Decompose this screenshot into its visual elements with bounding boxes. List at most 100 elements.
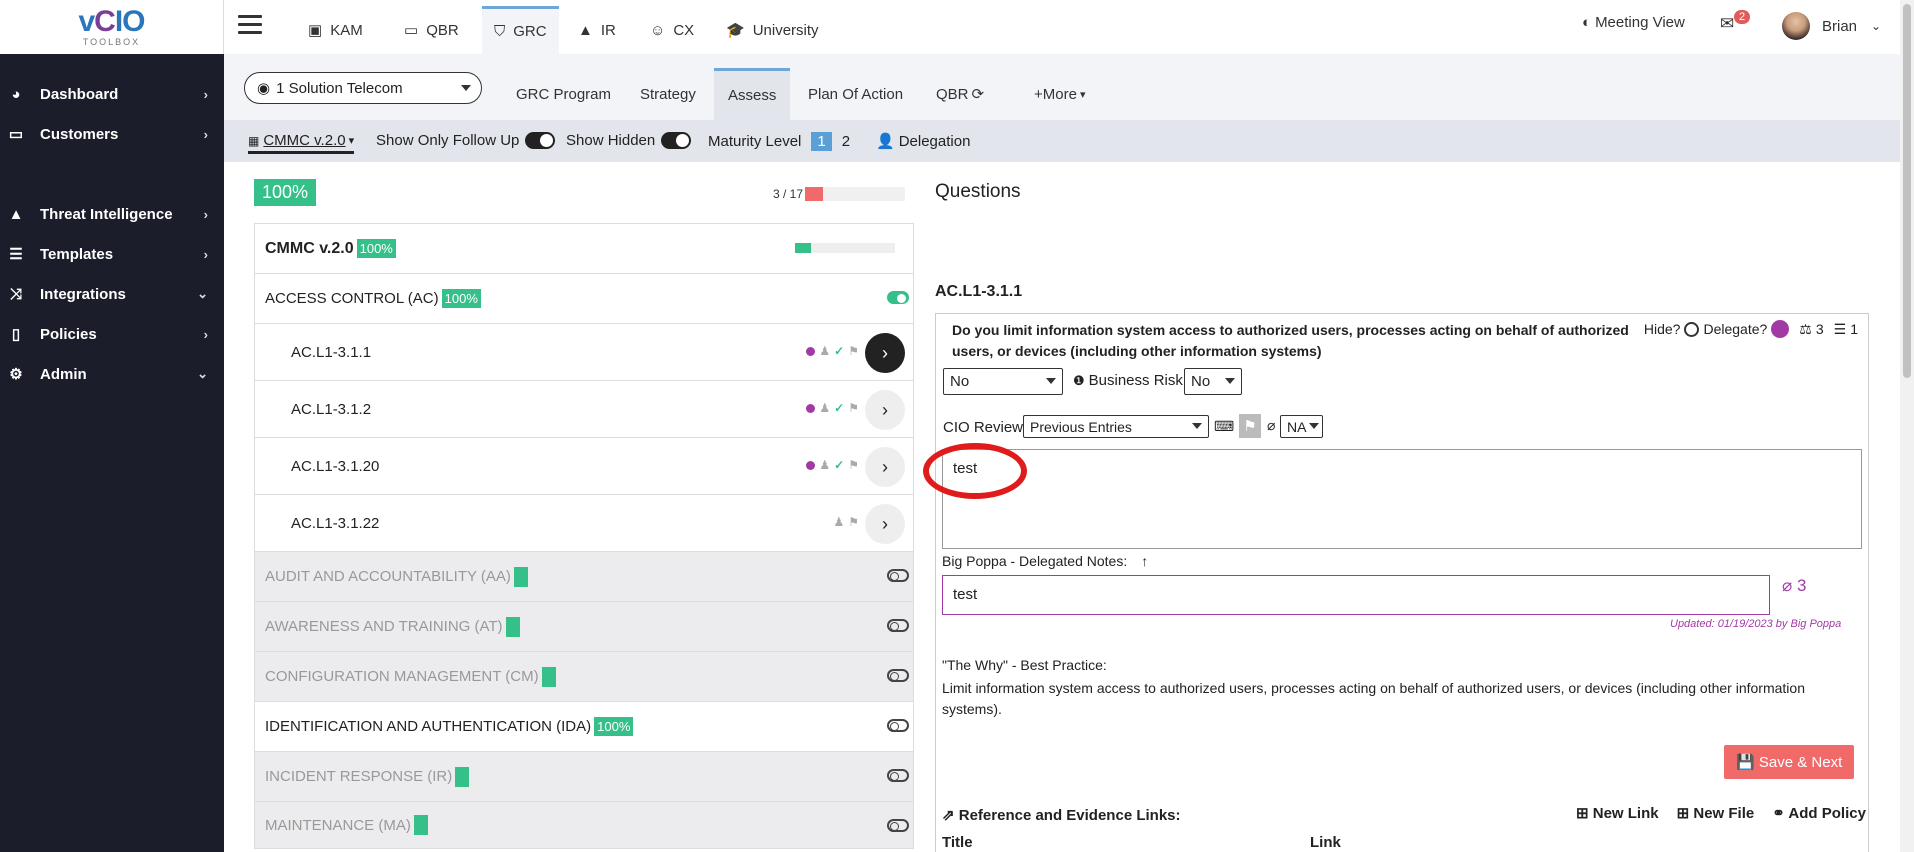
sidebar-item-dashboard[interactable]: ◕ Dashboard › — [0, 76, 224, 112]
tab-university[interactable]: 🎓 University — [714, 6, 831, 54]
warning-icon: ▲ — [578, 21, 593, 39]
chevron-down-icon: ⌄ — [1871, 19, 1882, 33]
percent-badge: 100% — [356, 239, 396, 258]
chevron-right-icon[interactable]: › — [865, 504, 905, 544]
tab-assess[interactable]: Assess — [714, 68, 791, 120]
delegate-user-icon[interactable] — [1771, 320, 1790, 338]
business-risk-select[interactable]: No — [1184, 368, 1242, 395]
section-incident-response[interactable]: INCIDENT RESPONSE (IR) — [255, 752, 913, 802]
maturity-level-2[interactable]: 2 — [842, 133, 850, 150]
tab-grc-program[interactable]: GRC Program — [502, 68, 625, 120]
control-row[interactable]: AC.L1-3.1.22 ♟ ⚑ › — [255, 495, 913, 552]
more-dropdown[interactable]: +More ▾ — [1020, 68, 1099, 120]
previous-entries-select[interactable]: Previous Entries — [1023, 415, 1209, 438]
save-next-button[interactable]: 💾 Save & Next — [1724, 745, 1855, 779]
chevron-right-icon[interactable]: › — [865, 447, 905, 487]
percent-badge: 100% — [594, 717, 634, 736]
show-hidden-toggle[interactable]: Show Hidden — [566, 132, 692, 149]
flag-icon[interactable]: ⚑ — [1239, 414, 1261, 438]
control-status-icons: ♟ ✓ ⚑ — [806, 344, 859, 358]
section-identification[interactable]: IDENTIFICATION AND AUTHENTICATION (IDA) 1… — [255, 702, 913, 752]
delegated-notes-textarea[interactable]: test — [942, 575, 1770, 615]
section-awareness[interactable]: AWARENESS AND TRAINING (AT) — [255, 602, 913, 652]
sidebar-item-customers[interactable]: ▭ Customers › — [0, 116, 224, 152]
person-icon: ♟ — [833, 515, 845, 529]
tab-grc[interactable]: ⛉ GRC — [482, 6, 559, 54]
toggle-switch[interactable] — [661, 132, 692, 149]
meeting-view-toggle[interactable]: ◐ Meeting View — [1582, 14, 1685, 31]
sidebar-item-integrations[interactable]: ⤨ Integrations ⌄ — [0, 276, 224, 312]
gears-icon: ⚙ — [9, 366, 23, 383]
percent-badge — [541, 666, 556, 687]
chevron-right-icon[interactable]: › — [865, 333, 905, 373]
client-select[interactable]: ◉ 1 Solution Telecom — [244, 72, 482, 104]
tree-root[interactable]: CMMC v.2.0 100% — [255, 224, 913, 274]
hide-radio[interactable] — [1684, 321, 1700, 337]
percent-badge — [455, 766, 470, 787]
tab-qbr-sub[interactable]: QBR ⟳ — [922, 68, 998, 120]
chevron-right-icon[interactable]: › — [865, 390, 905, 430]
add-policy-button[interactable]: ⚭ Add Policy — [1772, 804, 1866, 822]
answer-select[interactable]: No — [943, 368, 1063, 395]
questions-heading: Questions — [935, 181, 1021, 202]
page-scrollbar[interactable] — [1900, 0, 1914, 852]
tab-qbr[interactable]: ▭ QBR — [392, 6, 471, 54]
tab-cx[interactable]: ☺ CX — [638, 6, 706, 54]
flag-icon: ⚑ — [848, 401, 859, 415]
check-icon: ✓ — [834, 401, 845, 415]
framework-dropdown[interactable]: ▦ CMMC v.2.0 ▾ — [248, 132, 355, 154]
tab-ir[interactable]: ▲ IR — [566, 6, 628, 54]
tab-strategy[interactable]: Strategy — [626, 68, 710, 120]
control-row[interactable]: AC.L1-3.1.2 ♟ ✓ ⚑ › — [255, 381, 913, 438]
maturity-level-1[interactable]: 1 — [811, 132, 832, 151]
half-circle-icon: ◐ — [1582, 14, 1592, 31]
section-access-control[interactable]: ACCESS CONTROL (AC) 100% — [255, 274, 913, 324]
list-icon[interactable]: ☰ — [1834, 321, 1847, 338]
column-header-link: Link — [1310, 834, 1341, 851]
section-toggle[interactable] — [887, 819, 909, 832]
delegation-button[interactable]: 👤 Delegation — [876, 132, 970, 151]
envelope-icon: ✉ — [1720, 14, 1735, 33]
sidebar-item-policies[interactable]: ▯ Policies › — [0, 316, 224, 352]
person-icon: ♟ — [819, 458, 831, 472]
control-row[interactable]: AC.L1-3.1.20 ♟ ✓ ⚑ › — [255, 438, 913, 495]
keyboard-icon[interactable]: ⌨ — [1214, 418, 1234, 435]
cio-notes-textarea[interactable]: test — [942, 449, 1862, 549]
new-link-button[interactable]: ⊞ New Link — [1576, 804, 1659, 822]
attachments-button[interactable]: ⌀ 3 — [1782, 576, 1806, 596]
root-progress-bar — [795, 243, 895, 253]
section-toggle[interactable] — [887, 769, 909, 782]
paperclip-icon[interactable]: ⌀ — [1267, 417, 1275, 434]
user-menu[interactable]: Brian ⌄ — [1782, 12, 1881, 40]
section-configuration[interactable]: CONFIGURATION MANAGEMENT (CM) — [255, 652, 913, 702]
section-toggle[interactable] — [887, 619, 909, 632]
hamburger-menu-icon[interactable] — [238, 15, 262, 35]
address-card-icon: ▭ — [8, 126, 24, 143]
logo[interactable]: vCIO TOOLBOX — [0, 0, 224, 54]
section-toggle[interactable] — [887, 291, 909, 304]
toggle-switch[interactable] — [525, 132, 556, 149]
section-toggle[interactable] — [887, 669, 909, 682]
section-audit[interactable]: AUDIT AND ACCOUNTABILITY (AA) — [255, 552, 913, 602]
mail-button[interactable]: ✉ 2 — [1720, 10, 1751, 34]
flag-icon: ⚑ — [848, 344, 859, 358]
new-file-button[interactable]: ⊞ New File — [1677, 804, 1755, 822]
refresh-icon: ⟳ — [971, 86, 985, 103]
follow-up-toggle[interactable]: Show Only Follow Up — [376, 132, 556, 149]
sidebar-item-threat-intelligence[interactable]: ▲ Threat Intelligence › — [0, 196, 224, 232]
control-row[interactable]: AC.L1-3.1.1 ♟ ✓ ⚑ › — [255, 324, 913, 381]
sidebar-item-admin[interactable]: ⚙ Admin ⌄ — [0, 356, 224, 392]
external-link-icon: ⇗ — [942, 807, 955, 824]
info-icon: ❶ — [1073, 372, 1085, 388]
section-maintenance[interactable]: MAINTENANCE (MA) — [255, 802, 913, 848]
section-toggle[interactable] — [887, 719, 909, 732]
why-text: Limit information system access to autho… — [942, 680, 1805, 717]
updated-note: Updated: 01/19/2023 by Big Poppa — [1670, 618, 1842, 630]
tab-plan-of-action[interactable]: Plan Of Action — [794, 68, 917, 120]
tab-kam[interactable]: ▣ KAM — [296, 6, 375, 54]
balance-scale-icon[interactable]: ⚖ — [1799, 321, 1812, 338]
sidebar-item-templates[interactable]: ☰ Templates › — [0, 236, 224, 272]
section-toggle[interactable] — [887, 569, 909, 582]
na-select[interactable]: NA — [1280, 415, 1323, 438]
chevron-down-icon: ⌄ — [197, 366, 208, 381]
